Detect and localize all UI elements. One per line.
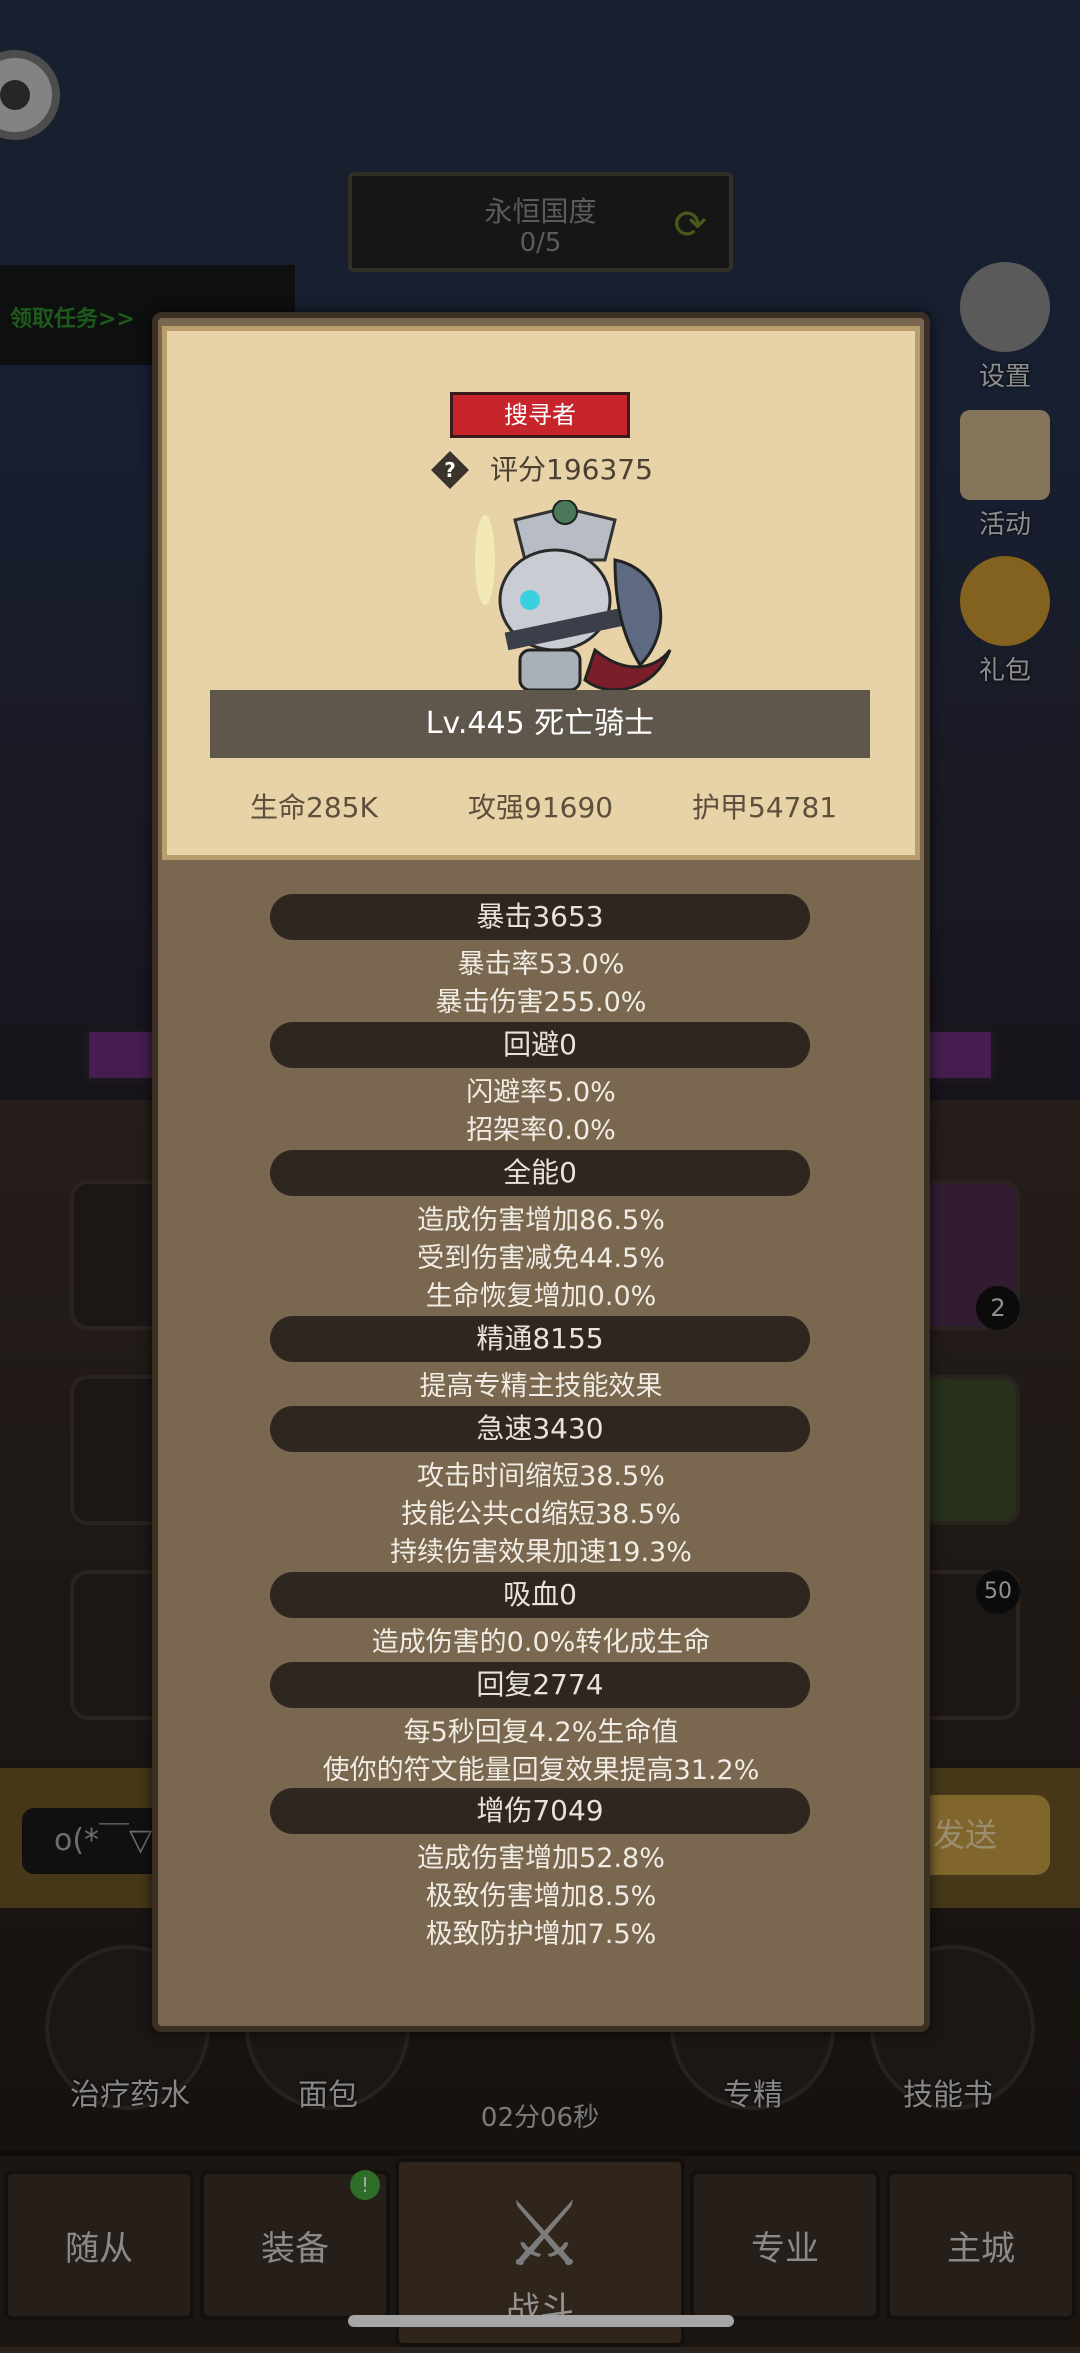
stat-line: 持续伤害效果加速19.3% (390, 1537, 692, 1568)
stat-line: 造成伤害增加86.5% (417, 1205, 665, 1236)
stat-health: 生命285K (250, 791, 378, 824)
section-header-crit: 暴击3653 (270, 894, 810, 940)
stat-line: 暴击率53.0% (457, 949, 625, 980)
svg-text:?: ? (444, 458, 456, 482)
stat-line: 造成伤害增加52.8% (417, 1843, 665, 1874)
section-header-avoidance: 回避0 (270, 1022, 810, 1068)
stat-attack-power: 攻强91690 (468, 791, 614, 824)
stat-line: 招架率0.0% (466, 1115, 616, 1146)
stat-line: 造成伤害的0.0%转化成生命 (371, 1627, 711, 1658)
stat-line: 提高专精主技能效果 (419, 1371, 663, 1402)
section-header-leech: 吸血0 (270, 1572, 810, 1618)
stat-line: 技能公共cd缩短38.5% (401, 1499, 681, 1530)
stat-line: 暴击伤害255.0% (435, 987, 647, 1018)
help-icon[interactable]: ? (430, 450, 470, 490)
stat-line: 攻击时间缩短38.5% (417, 1461, 665, 1492)
stat-line: 生命恢复增加0.0% (425, 1281, 657, 1312)
stat-line: 每5秒回复4.2%生命值 (403, 1717, 679, 1748)
section-header-regen: 回复2774 (270, 1662, 810, 1708)
death-knight-portrait (475, 500, 672, 692)
stat-line: 受到伤害减免44.5% (417, 1243, 665, 1274)
stat-armor: 护甲54781 (692, 791, 838, 824)
class-badge: 搜寻者 (450, 392, 630, 438)
stat-line: 使你的符文能量回复效果提高31.2% (322, 1755, 760, 1786)
stat-line: 闪避率5.0% (466, 1077, 616, 1108)
section-header-haste: 急速3430 (270, 1406, 810, 1452)
section-header-versatility: 全能0 (270, 1150, 810, 1196)
stat-line: 极致伤害增加8.5% (425, 1881, 657, 1912)
section-header-mastery: 精通8155 (270, 1316, 810, 1362)
section-header-damage-bonus: 增伤7049 (270, 1788, 810, 1834)
stat-line: 极致防护增加7.5% (425, 1919, 657, 1950)
score: 评分196375 (490, 453, 653, 486)
character-name: Lv.445 死亡骑士 (210, 690, 870, 758)
